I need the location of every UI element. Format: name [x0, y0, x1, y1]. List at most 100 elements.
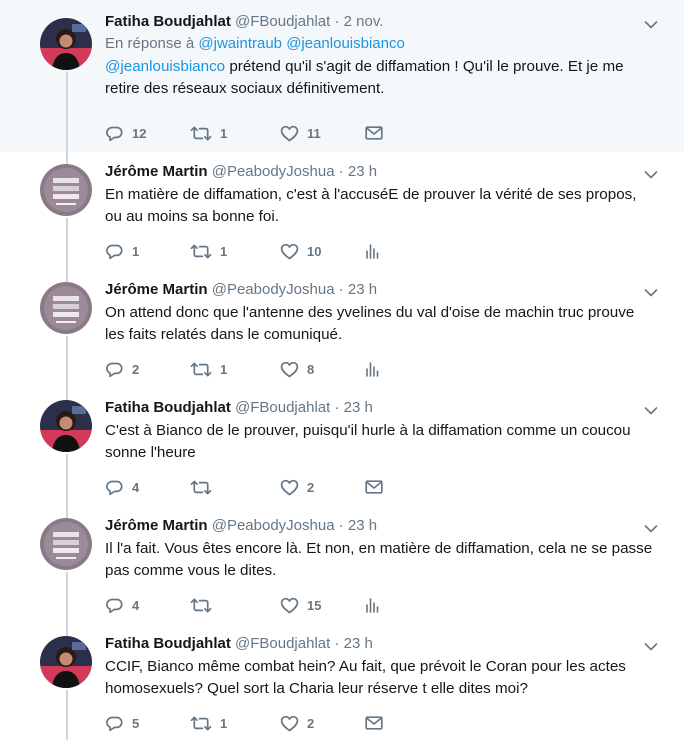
- timestamp[interactable]: 23 h: [348, 517, 377, 534]
- tweet-header: Fatiha Boudjahlat @FBoudjahlat · 2 nov.: [105, 12, 658, 32]
- like-button[interactable]: 2: [280, 477, 314, 497]
- envelope-icon: [365, 126, 383, 140]
- author-name[interactable]: Fatiha Boudjahlat: [105, 13, 231, 30]
- author-handle[interactable]: @PeabodyJoshua: [212, 163, 335, 180]
- author-handle[interactable]: @PeabodyJoshua: [212, 281, 335, 298]
- retweet-icon: [190, 716, 212, 731]
- author-name[interactable]: Jérôme Martin: [105, 163, 208, 180]
- heart-icon: [280, 715, 299, 732]
- retweet-button[interactable]: 1: [190, 713, 227, 733]
- retweet-button[interactable]: 1: [190, 123, 227, 143]
- tweet[interactable]: Fatiha Boudjahlat @FBoudjahlat · 23 h C'…: [0, 388, 684, 506]
- chevron-down-icon[interactable]: [644, 284, 658, 297]
- retweet-icon: [190, 126, 212, 141]
- retweet-button[interactable]: 1: [190, 241, 227, 261]
- tweet-header: Fatiha Boudjahlat @FBoudjahlat · 23 h: [105, 634, 658, 654]
- tweet-text: En matière de diffamation, c'est à l'acc…: [105, 186, 637, 225]
- author-name[interactable]: Jérôme Martin: [105, 517, 208, 534]
- author-handle[interactable]: @PeabodyJoshua: [212, 517, 335, 534]
- reply-button[interactable]: 1: [105, 241, 139, 261]
- like-count: 15: [307, 597, 322, 613]
- analytics-button[interactable]: [365, 595, 379, 615]
- chevron-down-icon[interactable]: [644, 16, 658, 29]
- like-count: 2: [307, 479, 315, 495]
- retweet-count: 1: [220, 715, 228, 731]
- like-count: 11: [307, 125, 321, 141]
- avatar[interactable]: [40, 282, 92, 334]
- like-button[interactable]: 10: [280, 241, 321, 261]
- like-count: 8: [307, 361, 315, 377]
- chevron-down-icon[interactable]: [644, 166, 658, 179]
- author-handle[interactable]: @FBoudjahlat: [235, 399, 330, 416]
- reply-count: 4: [132, 597, 140, 613]
- avatar[interactable]: [40, 164, 92, 216]
- tweet[interactable]: Fatiha Boudjahlat @FBoudjahlat · 2 nov. …: [0, 0, 684, 152]
- tweet[interactable]: Jérôme Martin @PeabodyJoshua · 23 h En m…: [0, 152, 684, 270]
- author-handle[interactable]: @FBoudjahlat: [235, 13, 330, 30]
- author-name[interactable]: Fatiha Boudjahlat: [105, 635, 231, 652]
- heart-icon: [280, 479, 299, 496]
- tweet[interactable]: Jérôme Martin @PeabodyJoshua · 23 h On a…: [0, 270, 684, 388]
- reply-button[interactable]: 2: [105, 359, 139, 379]
- analytics-button[interactable]: [365, 241, 379, 261]
- separator-dot: ·: [334, 517, 348, 534]
- analytics-icon: [365, 361, 379, 377]
- reply-count: 12: [132, 125, 147, 141]
- retweet-button[interactable]: [190, 477, 212, 497]
- like-button[interactable]: 11: [280, 123, 321, 143]
- retweet-button[interactable]: 1: [190, 359, 227, 379]
- reply-button[interactable]: 5: [105, 713, 139, 733]
- analytics-icon: [365, 597, 379, 613]
- avatar[interactable]: [40, 518, 92, 570]
- author-name[interactable]: Fatiha Boudjahlat: [105, 399, 231, 416]
- reply-prefix: En réponse à: [105, 35, 195, 52]
- tweet[interactable]: Fatiha Boudjahlat @FBoudjahlat · 23 h CC…: [0, 624, 684, 740]
- avatar[interactable]: [40, 636, 92, 688]
- timestamp[interactable]: 2 nov.: [344, 13, 384, 30]
- direct-message-button[interactable]: [365, 123, 383, 143]
- heart-icon: [280, 125, 299, 142]
- avatar[interactable]: [40, 18, 92, 70]
- reply-count: 2: [132, 361, 140, 377]
- direct-message-button[interactable]: [365, 477, 383, 497]
- timestamp[interactable]: 23 h: [344, 635, 373, 652]
- chevron-down-icon[interactable]: [644, 520, 658, 533]
- thread-rail: [66, 218, 68, 270]
- timestamp[interactable]: 23 h: [344, 399, 373, 416]
- reply-button[interactable]: 4: [105, 595, 139, 615]
- mention-link[interactable]: @jwaintraub: [198, 35, 282, 52]
- separator-dot: ·: [330, 399, 344, 416]
- reply-count: 4: [132, 479, 140, 495]
- like-button[interactable]: 2: [280, 713, 314, 733]
- retweet-icon: [190, 598, 212, 613]
- retweet-button[interactable]: [190, 595, 212, 615]
- retweet-count: 1: [220, 243, 228, 259]
- reply-icon: [105, 125, 124, 142]
- thread-rail: [66, 336, 68, 388]
- tweet-text: C'est à Bianco de le prouver, puisqu'il …: [105, 422, 631, 461]
- like-button[interactable]: 15: [280, 595, 321, 615]
- mention-link[interactable]: @jeanlouisbianco: [286, 35, 405, 52]
- reply-button[interactable]: 4: [105, 477, 139, 497]
- avatar[interactable]: [40, 400, 92, 452]
- tweet[interactable]: Jérôme Martin @PeabodyJoshua · 23 h Il l…: [0, 506, 684, 624]
- reply-context: En réponse à @jwaintraub @jeanlouisbianc…: [105, 34, 656, 54]
- like-button[interactable]: 8: [280, 359, 314, 379]
- reply-button[interactable]: 12: [105, 123, 146, 143]
- tweet-header: Fatiha Boudjahlat @FBoudjahlat · 23 h: [105, 398, 658, 418]
- thread-rail: [66, 572, 68, 624]
- timestamp[interactable]: 23 h: [348, 163, 377, 180]
- heart-icon: [280, 243, 299, 260]
- thread-rail: [66, 270, 68, 282]
- tweet-header: Jérôme Martin @PeabodyJoshua · 23 h: [105, 280, 658, 300]
- mention-link[interactable]: @jeanlouisbianco: [105, 58, 225, 75]
- chevron-down-icon[interactable]: [644, 402, 658, 415]
- author-name[interactable]: Jérôme Martin: [105, 281, 208, 298]
- retweet-icon: [190, 362, 212, 377]
- direct-message-button[interactable]: [365, 713, 383, 733]
- chevron-down-icon[interactable]: [644, 638, 658, 651]
- tweet-text: CCIF, Bianco même combat hein? Au fait, …: [105, 658, 626, 697]
- author-handle[interactable]: @FBoudjahlat: [235, 635, 330, 652]
- timestamp[interactable]: 23 h: [348, 281, 377, 298]
- analytics-button[interactable]: [365, 359, 379, 379]
